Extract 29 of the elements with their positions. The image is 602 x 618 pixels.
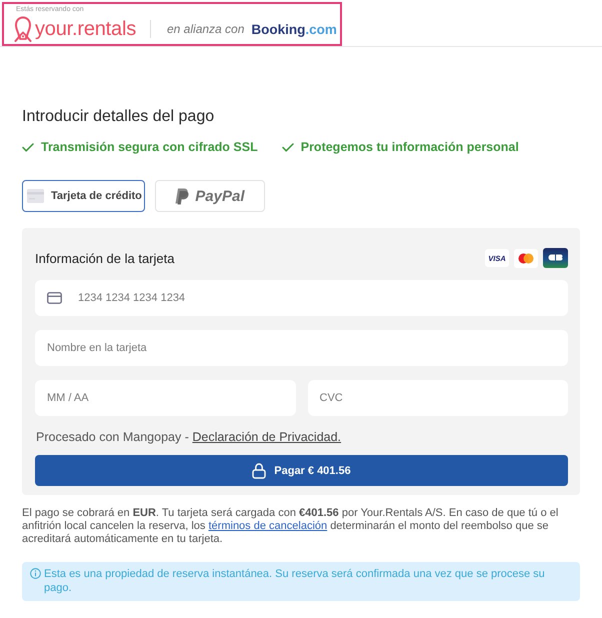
page-title: Introducir detalles del pago (22, 107, 214, 127)
brand-logo-text: your.rentals (35, 17, 136, 41)
card-number-field[interactable]: 1234 1234 1234 1234 (35, 280, 568, 316)
partner-caption: en alianza con (167, 22, 244, 36)
house-pin-icon (14, 16, 32, 42)
pay-button[interactable]: Pagar € 401.56 (35, 455, 568, 486)
card-info-heading: Información de la tarjeta (35, 250, 174, 266)
assurance-text: Protegemos tu información personal (300, 139, 519, 155)
overlapping-circles-icon (514, 248, 538, 268)
cancellation-terms-link[interactable]: términos de cancelación (208, 520, 328, 532)
expiry-date-field[interactable]: MM / AA (35, 380, 296, 416)
payment-notice: El pago se cobrará en EUR. Tu tarjeta será cargada con €401.56 por Your.Rentals A/S. En caso de que tú o el anfitrión local cancelen la reserva, los términos de cancelación determinarán el monto del reembolso que se acreditará automáticamente en tu tarjeta. (22, 507, 560, 546)
lock-icon (252, 462, 266, 478)
overlapping-p-icon (175, 188, 190, 204)
cardholder-name-field[interactable]: Nombre en la tarjeta (35, 330, 568, 366)
card-icon (27, 189, 44, 203)
processor-note: Procesado con Mangopay - Declaración de Privacidad. (36, 429, 342, 445)
cvc-field[interactable]: CVC (308, 380, 568, 416)
credit-card-icon (47, 292, 62, 304)
info-icon (30, 568, 41, 579)
instant-booking-message: Esta es una propiedad de reserva instantánea. Su reserva será confirmada una vez que se procese su pago. (44, 567, 546, 595)
paypal-tab[interactable]: PayPal (154, 180, 265, 212)
credit-card-tab[interactable]: Tarjeta de crédito (22, 180, 145, 212)
partner-logo-text: Booking.com (251, 22, 337, 36)
privacy-link[interactable]: Declaración de Privacidad. (192, 430, 342, 444)
check-icon (282, 142, 294, 152)
assurance-text: Transmisión segura con cifrado SSL (41, 139, 258, 155)
card-brand-icon (543, 248, 568, 268)
check-icon (22, 142, 34, 152)
